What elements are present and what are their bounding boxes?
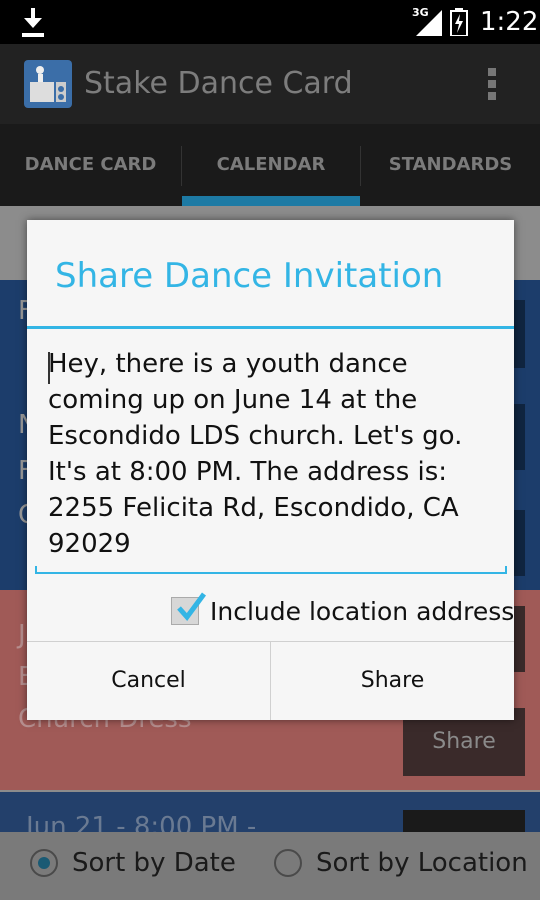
tab-dance-card[interactable]: DANCE CARD bbox=[0, 124, 181, 206]
message-line: coming up on June 14 at the bbox=[48, 385, 418, 415]
tab-indicator bbox=[182, 196, 360, 206]
text-cursor bbox=[48, 352, 50, 384]
textarea-underline-edge bbox=[505, 566, 507, 574]
list-item-text: J bbox=[18, 620, 26, 650]
clock: 1:22 bbox=[480, 7, 539, 37]
checkmark-icon bbox=[177, 592, 207, 621]
message-textarea[interactable]: Hey, there is a youth dance coming up on… bbox=[48, 346, 508, 562]
list-item-button[interactable] bbox=[403, 810, 525, 832]
sort-by-date-label[interactable]: Sort by Date bbox=[72, 848, 236, 878]
tab-standards[interactable]: STANDARDS bbox=[361, 124, 540, 206]
message-line: 92029 bbox=[48, 529, 131, 559]
share-dialog: Share Dance Invitation Hey, there is a y… bbox=[27, 220, 514, 720]
message-line: It's at 8:00 PM. The address is: bbox=[48, 457, 448, 487]
textarea-underline-edge bbox=[35, 566, 37, 574]
tab-bar: DANCE CARD CALENDAR STANDARDS bbox=[0, 124, 540, 206]
dialog-title-divider bbox=[27, 326, 514, 329]
download-icon bbox=[22, 8, 44, 37]
radio-selected-dot bbox=[38, 857, 50, 869]
status-bar: 3G 1:22 bbox=[0, 0, 540, 44]
sort-by-date-radio[interactable] bbox=[30, 849, 58, 877]
textarea-underline bbox=[35, 572, 507, 574]
signal-icon bbox=[416, 10, 442, 36]
sort-by-location-radio[interactable] bbox=[274, 849, 302, 877]
message-line: Escondido LDS church. Let's go. bbox=[48, 421, 463, 451]
message-line: Hey, there is a youth dance bbox=[48, 349, 408, 379]
message-line: 2255 Felicita Rd, Escondido, CA bbox=[48, 493, 459, 523]
include-address-label[interactable]: Include location address bbox=[210, 597, 514, 626]
tab-calendar[interactable]: CALENDAR bbox=[182, 124, 360, 206]
include-address-checkbox[interactable] bbox=[171, 592, 207, 625]
overflow-menu-icon[interactable] bbox=[486, 68, 498, 104]
dialog-title: Share Dance Invitation bbox=[55, 256, 444, 296]
share-button[interactable]: Share bbox=[271, 641, 514, 720]
app-logo-icon[interactable] bbox=[24, 60, 72, 108]
app-title: Stake Dance Card bbox=[84, 66, 353, 101]
battery-icon bbox=[450, 8, 468, 36]
action-bar: Stake Dance Card bbox=[0, 44, 540, 124]
sort-by-location-label[interactable]: Sort by Location bbox=[316, 848, 528, 878]
cancel-button[interactable]: Cancel bbox=[27, 641, 270, 720]
